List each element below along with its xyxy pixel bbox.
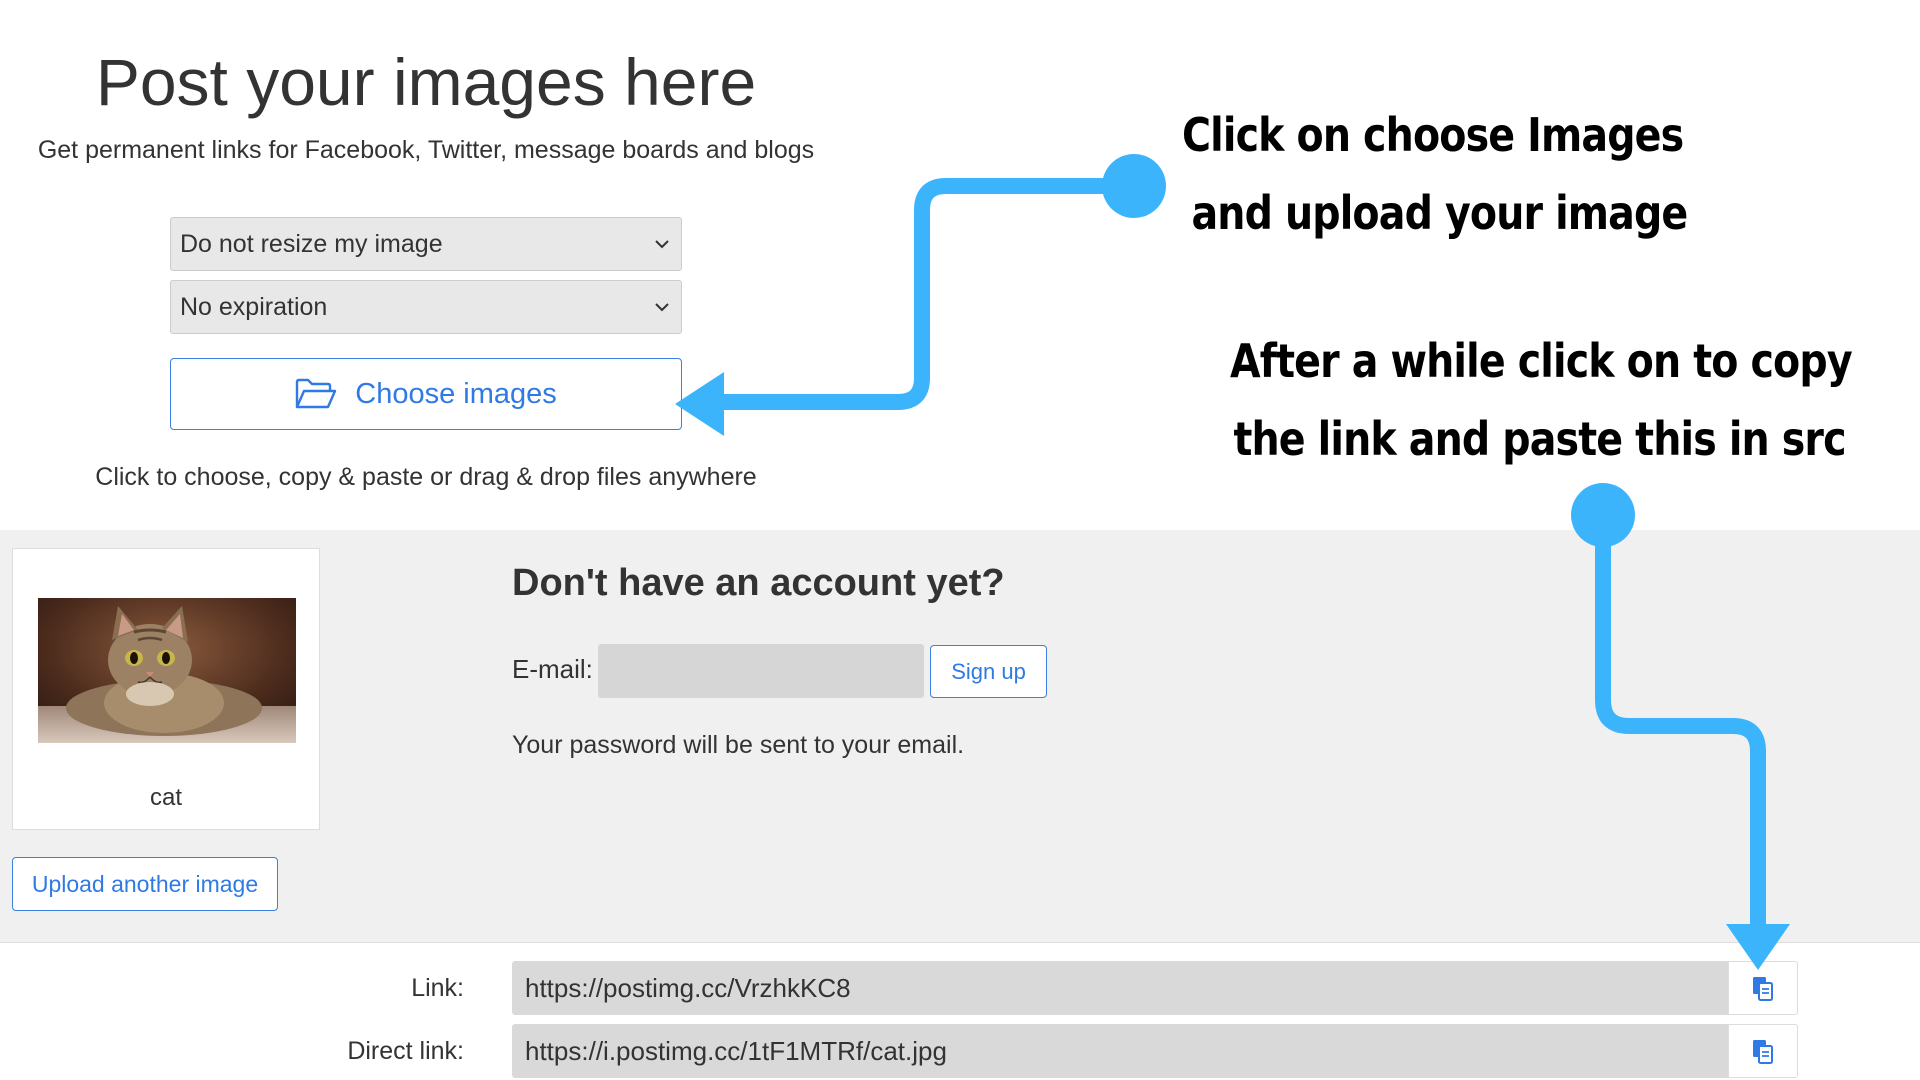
- email-label: E-mail:: [512, 654, 593, 684]
- sign-up-button[interactable]: Sign up: [930, 645, 1047, 698]
- expiration-select[interactable]: No expiration: [170, 280, 682, 334]
- link-field[interactable]: https://postimg.cc/VrzhkKC8: [512, 961, 1728, 1015]
- copy-icon: [1753, 977, 1773, 1001]
- annotation-step-2: After a while click on to copy the link …: [1230, 322, 1853, 478]
- choose-images-button[interactable]: Choose images: [170, 358, 682, 430]
- page-subtitle: Get permanent links for Facebook, Twitte…: [37, 136, 815, 164]
- annotation-step-2-line-1: After a while click on to copy: [1230, 334, 1853, 388]
- page-title: Post your images here: [95, 45, 757, 119]
- annotation-step-2-line-2: the link and paste this in src: [1233, 412, 1846, 466]
- annotation-step-1: Click on choose Images and upload your i…: [1182, 96, 1688, 252]
- annotation-step-1-line-1: Click on choose Images: [1182, 108, 1684, 162]
- arrow-head: [675, 372, 724, 436]
- direct-link-label: Direct link:: [347, 1037, 464, 1065]
- link-label: Link:: [411, 974, 464, 1002]
- email-field[interactable]: [598, 644, 924, 698]
- upload-another-image-button[interactable]: Upload another image: [12, 857, 278, 911]
- copy-direct-link-button[interactable]: [1728, 1024, 1798, 1078]
- chevron-down-icon: [655, 303, 669, 312]
- annotation-step-1-line-2: and upload your image: [1191, 186, 1688, 240]
- chevron-down-icon: [655, 240, 669, 249]
- copy-link-button[interactable]: [1728, 961, 1798, 1015]
- link-value: https://postimg.cc/VrzhkKC8: [525, 972, 851, 1003]
- choose-images-label: Choose images: [355, 377, 557, 410]
- direct-link-value: https://i.postimg.cc/1tF1MTRf/cat.jpg: [525, 1035, 947, 1066]
- arrow-path: [710, 178, 1134, 410]
- folder-open-icon: [296, 378, 337, 409]
- cat-photo: [38, 598, 296, 743]
- upload-hint: Click to choose, copy & paste or drag & …: [95, 463, 757, 491]
- password-note: Your password will be sent to your email…: [512, 731, 965, 759]
- arrow-origin-dot: [1102, 154, 1166, 218]
- resize-select[interactable]: Do not resize my image: [170, 217, 682, 271]
- resize-select-value: Do not resize my image: [180, 229, 443, 258]
- copy-icon: [1753, 1040, 1773, 1064]
- image-caption: cat: [149, 784, 182, 811]
- direct-link-field[interactable]: https://i.postimg.cc/1tF1MTRf/cat.jpg: [512, 1024, 1728, 1078]
- uploaded-image-thumbnail[interactable]: [38, 598, 296, 743]
- expiration-select-value: No expiration: [180, 292, 328, 321]
- signup-heading: Don't have an account yet?: [512, 562, 1005, 604]
